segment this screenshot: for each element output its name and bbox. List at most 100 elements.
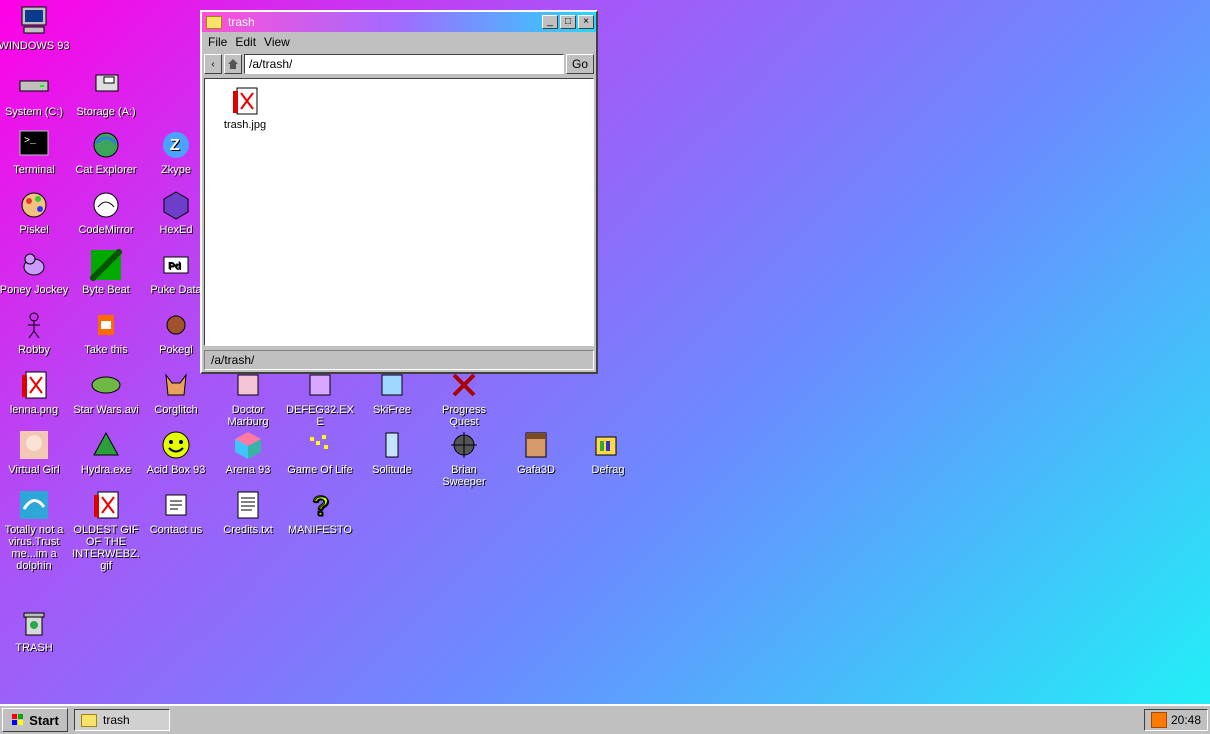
desktop-icon-codemirror[interactable]: CodeMirror: [70, 188, 142, 236]
desktop-icon-label: System (C:): [4, 106, 64, 118]
explorer-window: trash _ □ × File Edit View ‹ Go trash.jp…: [200, 10, 598, 374]
computer-icon: [17, 4, 51, 38]
stickman-icon: [17, 308, 51, 342]
smiley-icon: [159, 428, 193, 462]
desktop-icon-cat-explorer[interactable]: Cat Explorer: [70, 128, 142, 176]
desktop-icon-label: lenna.png: [9, 404, 59, 416]
bytebeat-icon: [89, 248, 123, 282]
desktop-icon-label: CodeMirror: [78, 224, 134, 236]
desktop-icon-progress-quest[interactable]: Progress Quest: [428, 368, 500, 428]
desktop-icon-label: Poney Jockey: [0, 284, 69, 296]
desktop-icon-label: Game Of Life: [287, 464, 353, 476]
desktop-icon-virtual-girl[interactable]: Virtual Girl: [0, 428, 70, 476]
desktop-icon-arena[interactable]: Arena 93: [212, 428, 284, 476]
dragon-icon: [89, 428, 123, 462]
svg-text:Pd: Pd: [168, 261, 181, 272]
path-input[interactable]: [244, 54, 564, 74]
desktop-icon-label: Solitude: [372, 464, 412, 476]
folder-icon: [81, 713, 97, 727]
desktop-icon-corglitch[interactable]: Corglitch: [140, 368, 212, 416]
desktop-icon-brian-sweeper[interactable]: Brian Sweeper: [428, 428, 500, 488]
desktop-icon-label: Byte Beat: [82, 284, 130, 296]
windows-logo-icon: [12, 714, 24, 725]
cat-globe-icon: [89, 128, 123, 162]
start-button[interactable]: Start: [2, 708, 68, 732]
desktop-icon-windows93[interactable]: WINDOWS 93: [0, 4, 70, 52]
desktop-icon-piskel[interactable]: Piskel: [0, 188, 70, 236]
image-file-icon: [228, 85, 262, 119]
desktop-icon-label: Robby: [18, 344, 50, 356]
desktop-icon-take-this[interactable]: Take this: [70, 308, 142, 356]
taskbar: Start trash 20:48: [0, 704, 1210, 734]
svg-text:>_: >_: [24, 136, 37, 147]
desktop-icon-trash[interactable]: TRASH: [0, 606, 70, 654]
doom-face-icon: [519, 428, 553, 462]
puredata-icon: Pd: [159, 248, 193, 282]
text-file-icon: [231, 488, 265, 522]
solitude-icon: [375, 428, 409, 462]
desktop-icon-hydra[interactable]: Hydra.exe: [70, 428, 142, 476]
go-button[interactable]: Go: [566, 54, 594, 74]
zkype-icon: Z: [159, 128, 193, 162]
window-titlebar[interactable]: trash _ □ ×: [202, 12, 596, 32]
desktop-icon-contact-us[interactable]: Contact us: [140, 488, 212, 536]
desktop-icon-defeg32[interactable]: DEFEG32.EXE: [284, 368, 356, 428]
home-icon: [228, 59, 238, 69]
hexagon-icon: [159, 188, 193, 222]
desktop-icon-label: Arena 93: [225, 464, 271, 476]
minimize-button[interactable]: _: [542, 15, 558, 29]
desktop-icon-credits[interactable]: Credits.txt: [212, 488, 284, 536]
window-title: trash: [228, 15, 255, 29]
desktop-icon-doctor-marburg[interactable]: Doctor Marburg: [212, 368, 284, 428]
desktop-icon-label: Piskel: [19, 224, 49, 236]
rss-icon[interactable]: [1151, 712, 1167, 728]
desktop-icon-terminal[interactable]: >_ Terminal: [0, 128, 70, 176]
codemirror-icon: [89, 188, 123, 222]
desktop-icon-label: Acid Box 93: [146, 464, 206, 476]
gif-file-icon: [89, 488, 123, 522]
clock: 20:48: [1170, 713, 1201, 727]
svg-text:?: ?: [312, 490, 329, 521]
floppy-icon: [89, 70, 123, 104]
defrag-icon: [591, 428, 625, 462]
back-button[interactable]: ‹: [204, 54, 222, 74]
desktop-icon-label: Cat Explorer: [75, 164, 137, 176]
desktop-icon-byte-beat[interactable]: Byte Beat: [70, 248, 142, 296]
desktop-icon-game-of-life[interactable]: Game Of Life: [284, 428, 356, 476]
clown-icon: [89, 308, 123, 342]
desktop-icon-manifesto[interactable]: ? MANIFESTO: [284, 488, 356, 537]
desktop-icon-dolphin[interactable]: Totally not a virus.Trust me...im a dolp…: [0, 488, 70, 572]
desktop-icon-label: Take this: [84, 344, 128, 356]
yoda-icon: [89, 368, 123, 402]
desktop-icon-oldest-gif[interactable]: OLDEST GIF OF THE INTERWEBZ.gif: [70, 488, 142, 572]
desktop-icon-acid-box[interactable]: Acid Box 93: [140, 428, 212, 476]
corgi-icon: [159, 368, 193, 402]
home-button[interactable]: [224, 54, 242, 74]
menu-file[interactable]: File: [208, 35, 227, 49]
desktop-icon-label: Contact us: [149, 524, 203, 536]
file-pane[interactable]: trash.jpg: [204, 78, 594, 346]
desktop-icon-system-c[interactable]: System (C:): [0, 70, 70, 118]
taskbar-item-trash[interactable]: trash: [74, 709, 170, 731]
desktop-icon-label: DEFEG32.EXE: [286, 404, 354, 428]
desktop-icon-storage-a[interactable]: Storage (A:): [70, 70, 142, 118]
desktop-icon-robby[interactable]: Robby: [0, 308, 70, 356]
menu-edit[interactable]: Edit: [235, 35, 256, 49]
desktop-icon-label: Star Wars.avi: [73, 404, 139, 416]
menu-view[interactable]: View: [264, 35, 290, 49]
desktop-icon-defrag[interactable]: Defrag: [572, 428, 644, 476]
desktop-icon-poney-jockey[interactable]: Poney Jockey: [0, 248, 70, 296]
maximize-button[interactable]: □: [560, 15, 576, 29]
taskbar-item-label: trash: [103, 713, 130, 727]
desktop-icon-solitude[interactable]: Solitude: [356, 428, 428, 476]
folder-icon: [206, 15, 222, 29]
close-button[interactable]: ×: [578, 15, 594, 29]
desktop-icon-gafa3d[interactable]: Gafa3D: [500, 428, 572, 476]
file-item[interactable]: trash.jpg: [213, 85, 277, 131]
desktop-icon-lenna[interactable]: lenna.png: [0, 368, 70, 416]
desktop-icon-star-wars[interactable]: Star Wars.avi: [70, 368, 142, 416]
status-text: /a/trash/: [211, 353, 255, 367]
desktop-icon-label: Credits.txt: [223, 524, 273, 536]
drive-icon: [17, 70, 51, 104]
desktop-icon-skifree[interactable]: SkiFree: [356, 368, 428, 416]
